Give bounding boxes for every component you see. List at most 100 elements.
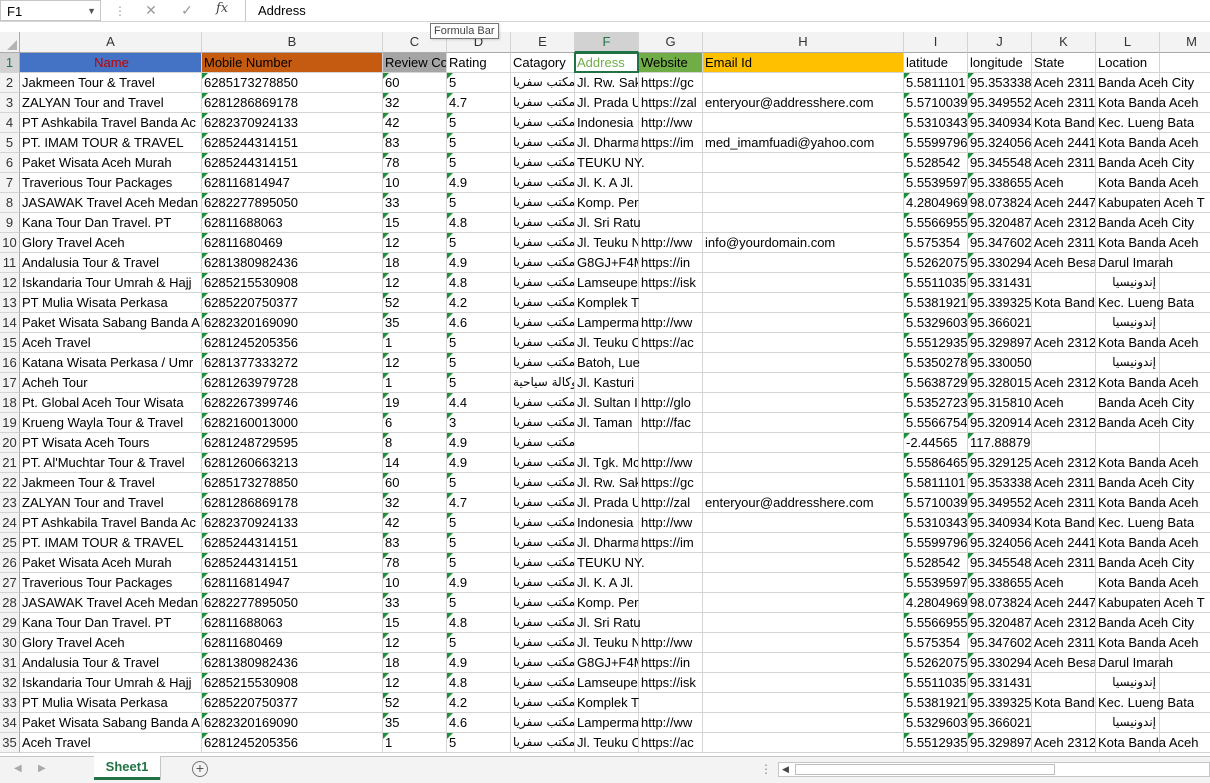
table-cell[interactable]: مكتب سفريا <box>511 113 575 133</box>
table-cell[interactable]: Banda Aceh City <box>1096 153 1194 173</box>
table-cell[interactable]: Kota Band <box>1032 113 1096 133</box>
table-cell[interactable] <box>703 513 904 533</box>
table-cell[interactable]: http://glo <box>639 393 703 413</box>
table-cell[interactable]: 95.329125 <box>968 453 1032 473</box>
header-cell-e[interactable]: Catagory <box>511 53 575 73</box>
table-cell[interactable]: G8GJ+F4M <box>575 653 639 673</box>
table-cell[interactable]: 4.6 <box>447 713 511 733</box>
table-cell[interactable]: وكالة سياحية <box>511 373 575 393</box>
table-cell[interactable]: Kota Band <box>1032 693 1096 713</box>
table-cell[interactable]: Kana Tour Dan Travel. PT <box>20 613 202 633</box>
table-cell[interactable]: 5.5599796 <box>904 533 968 553</box>
table-cell[interactable]: 95.353338 <box>968 73 1032 93</box>
table-cell[interactable] <box>703 293 904 313</box>
table-cell[interactable]: 95.347602 <box>968 233 1032 253</box>
table-cell[interactable]: 95.345548 <box>968 553 1032 573</box>
table-cell[interactable]: مكتب سفريا <box>511 693 575 713</box>
row-header-7[interactable]: 7 <box>0 173 20 193</box>
table-cell[interactable]: 1 <box>383 373 447 393</box>
table-cell[interactable] <box>639 173 703 193</box>
table-cell[interactable]: 95.340934 <box>968 513 1032 533</box>
row-header-3[interactable]: 3 <box>0 93 20 113</box>
formula-input[interactable]: Address <box>245 0 1210 21</box>
table-cell[interactable]: 5 <box>447 473 511 493</box>
table-cell[interactable]: Iskandaria Tour Umrah & Hajj <box>20 273 202 293</box>
table-cell[interactable]: Jakmeen Tour & Travel <box>20 473 202 493</box>
table-cell[interactable]: 5.5511035 <box>904 673 968 693</box>
table-cell[interactable]: Acheh Tour <box>20 373 202 393</box>
table-cell[interactable]: 95.349552 <box>968 493 1032 513</box>
table-cell[interactable]: Kec. Lueng Bata <box>1096 293 1194 313</box>
table-cell[interactable] <box>1032 313 1096 333</box>
table-cell[interactable] <box>639 213 703 233</box>
table-cell[interactable]: Aceh 2312 <box>1032 213 1096 233</box>
table-cell[interactable]: JASAWAK Travel Aceh Medan <box>20 593 202 613</box>
table-cell[interactable]: 12 <box>383 673 447 693</box>
table-cell[interactable] <box>703 273 904 293</box>
table-cell[interactable] <box>639 153 703 173</box>
table-cell[interactable]: 5 <box>447 153 511 173</box>
table-cell[interactable] <box>703 613 904 633</box>
table-cell[interactable]: PT Ashkabila Travel Banda Ac <box>20 513 202 533</box>
table-cell[interactable]: Jl. Sultan I <box>575 393 639 413</box>
scrollbar-thumb[interactable] <box>795 764 1055 775</box>
row-header-19[interactable]: 19 <box>0 413 20 433</box>
table-cell[interactable]: إندونيسيا <box>1096 673 1160 693</box>
table-cell[interactable]: 95.331431 <box>968 273 1032 293</box>
table-cell[interactable] <box>1160 713 1210 733</box>
table-cell[interactable]: Kana Tour Dan Travel. PT <box>20 213 202 233</box>
row-header-27[interactable]: 27 <box>0 573 20 593</box>
table-cell[interactable]: 4.4 <box>447 393 511 413</box>
table-cell[interactable]: مكتب سفريا <box>511 713 575 733</box>
table-cell[interactable]: 5.5566955 <box>904 613 968 633</box>
table-cell[interactable] <box>1032 353 1096 373</box>
table-cell[interactable]: 14 <box>383 453 447 473</box>
table-cell[interactable]: 4.9 <box>447 653 511 673</box>
table-cell[interactable]: 32 <box>383 93 447 113</box>
table-cell[interactable]: Aceh 2311 <box>1032 473 1096 493</box>
table-cell[interactable]: http://ww <box>639 713 703 733</box>
table-cell[interactable]: 5.5262075 <box>904 253 968 273</box>
table-cell[interactable]: 1 <box>383 333 447 353</box>
table-cell[interactable]: 5.528542 <box>904 553 968 573</box>
table-cell[interactable]: 5 <box>447 193 511 213</box>
table-cell[interactable]: Kota Banda Aceh <box>1096 133 1198 153</box>
table-cell[interactable]: 6281245205356 <box>202 733 383 753</box>
table-cell[interactable]: 95.329897 <box>968 733 1032 753</box>
table-cell[interactable]: Kota Banda Aceh <box>1096 233 1198 253</box>
table-cell[interactable]: http://ww <box>639 233 703 253</box>
table-cell[interactable]: 5.575354 <box>904 633 968 653</box>
table-cell[interactable]: مكتب سفريا <box>511 433 575 453</box>
table-cell[interactable]: 5 <box>447 633 511 653</box>
table-cell[interactable]: 42 <box>383 113 447 133</box>
table-cell[interactable]: https://isk <box>639 673 703 693</box>
table-cell[interactable]: 5.5811101 <box>904 73 968 93</box>
table-cell[interactable]: مكتب سفريا <box>511 653 575 673</box>
table-cell[interactable] <box>703 73 904 93</box>
table-cell[interactable] <box>703 673 904 693</box>
table-cell[interactable]: 8 <box>383 433 447 453</box>
table-cell[interactable]: Batoh, Lue <box>575 353 640 373</box>
row-header-28[interactable]: 28 <box>0 593 20 613</box>
header-cell-m[interactable] <box>1160 53 1210 73</box>
table-cell[interactable]: Jl. Sri Ratu <box>575 213 641 233</box>
table-cell[interactable]: 6281245205356 <box>202 333 383 353</box>
table-cell[interactable]: 5 <box>447 353 511 373</box>
table-cell[interactable]: إندونيسيا <box>1096 353 1160 373</box>
row-header-17[interactable]: 17 <box>0 373 20 393</box>
column-header-e[interactable]: E <box>511 32 575 53</box>
table-cell[interactable]: مكتب سفريا <box>511 553 575 573</box>
row-header-16[interactable]: 16 <box>0 353 20 373</box>
header-cell-f[interactable]: Address <box>575 53 639 73</box>
table-cell[interactable]: 5.5310343 <box>904 513 968 533</box>
table-cell[interactable]: Banda Aceh City <box>1096 393 1194 413</box>
table-cell[interactable]: TEUKU NY. <box>575 553 645 573</box>
table-cell[interactable]: إندونيسيا <box>1096 273 1160 293</box>
table-cell[interactable]: Kota Banda Aceh <box>1096 573 1198 593</box>
table-cell[interactable]: Jl. Rw. Sak <box>575 473 639 493</box>
table-cell[interactable]: 6282277895050 <box>202 193 383 213</box>
table-cell[interactable]: 62811680469 <box>202 233 383 253</box>
table-cell[interactable]: 83 <box>383 533 447 553</box>
table-cell[interactable]: 6282160013000 <box>202 413 383 433</box>
table-cell[interactable]: http://ww <box>639 313 703 333</box>
